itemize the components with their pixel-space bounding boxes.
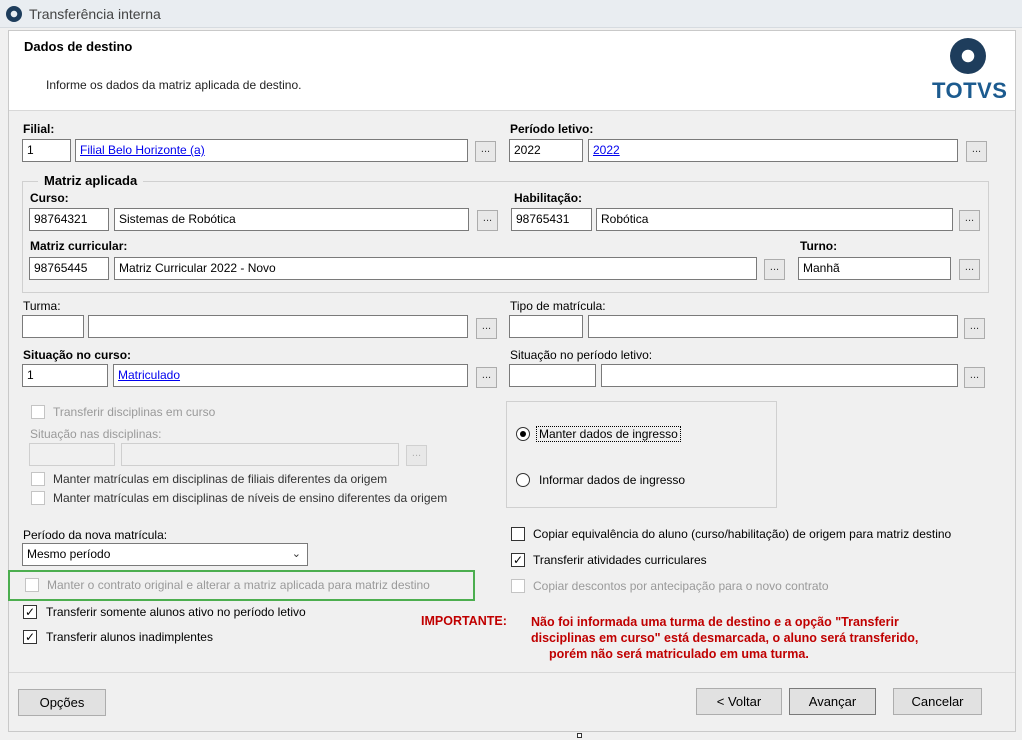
page-subtitle: Informe os dados da matriz aplicada de d…	[46, 78, 302, 92]
curso-code-input[interactable]: 98764321	[29, 208, 109, 231]
manter-contrato-label: Manter o contrato original e alterar a m…	[47, 578, 430, 592]
matriz-curricular-code-input[interactable]: 98765445	[29, 257, 109, 280]
turma-label: Turma:	[23, 299, 61, 313]
matriz-curricular-label: Matriz curricular:	[30, 239, 128, 253]
tipo-matricula-name-input[interactable]	[588, 315, 958, 338]
copiar-equivalencia-checkbox[interactable]	[511, 527, 525, 541]
page-title: Dados de destino	[24, 39, 133, 54]
situacao-periodo-name-input[interactable]	[601, 364, 958, 387]
transferir-atividades-label: Transferir atividades curriculares	[533, 553, 707, 567]
somente-ativos-label: Transferir somente alunos ativo no perío…	[46, 605, 306, 619]
filial-code-input[interactable]: 1	[22, 139, 71, 162]
situacao-curso-label: Situação no curso:	[23, 348, 132, 362]
habilitacao-code-input[interactable]: 98765431	[511, 208, 592, 231]
situacao-curso-name-input[interactable]: Matriculado	[113, 364, 468, 387]
periodo-letivo-lookup-button[interactable]: ...	[966, 141, 987, 162]
curso-label: Curso:	[30, 191, 69, 205]
app-icon	[6, 6, 22, 22]
tipo-matricula-code-input[interactable]	[509, 315, 583, 338]
importante-message: Não foi informada uma turma de destino e…	[527, 614, 985, 662]
footer-divider	[9, 672, 1015, 673]
turma-code-input[interactable]	[22, 315, 84, 338]
window-title: Transferência interna	[29, 6, 161, 22]
matriz-curricular-name-input[interactable]: Matriz Curricular 2022 - Novo	[114, 257, 757, 280]
informar-ingresso-label: Informar dados de ingresso	[539, 473, 686, 487]
importante-label: IMPORTANTE:	[421, 614, 507, 628]
matriz-aplicada-legend: Matriz aplicada	[38, 173, 144, 188]
turno-label: Turno:	[800, 239, 838, 253]
matriz-curricular-lookup-button[interactable]: ...	[764, 259, 785, 280]
periodo-nova-select[interactable]: Mesmo período ⌄	[22, 543, 308, 566]
filial-name-input[interactable]: Filial Belo Horizonte (a)	[75, 139, 468, 162]
turno-input[interactable]: Manhã	[798, 257, 951, 280]
turma-name-input[interactable]	[88, 315, 468, 338]
filial-label: Filial:	[23, 122, 55, 136]
cancelar-button[interactable]: Cancelar	[893, 688, 982, 715]
manter-niveis-checkbox[interactable]	[31, 491, 45, 505]
turno-lookup-button[interactable]: ...	[959, 259, 980, 280]
copiar-descontos-checkbox[interactable]	[511, 579, 525, 593]
turma-lookup-button[interactable]: ...	[476, 318, 497, 339]
manter-ingresso-label: Manter dados de ingresso	[536, 426, 681, 442]
transferir-disciplinas-checkbox[interactable]	[31, 405, 45, 419]
resize-grip-icon[interactable]	[577, 733, 582, 738]
wizard-header	[9, 31, 1015, 111]
periodo-letivo-label: Período letivo:	[510, 122, 594, 136]
inadimplentes-label: Transferir alunos inadimplentes	[46, 630, 213, 644]
periodo-letivo-code-input[interactable]: 2022	[509, 139, 583, 162]
manter-filiais-checkbox[interactable]	[31, 472, 45, 486]
transferir-disciplinas-label: Transferir disciplinas em curso	[53, 405, 216, 419]
avancar-button[interactable]: Avançar	[789, 688, 876, 715]
habilitacao-label: Habilitação:	[514, 191, 583, 205]
tipo-matricula-lookup-button[interactable]: ...	[964, 318, 985, 339]
tipo-matricula-label: Tipo de matrícula:	[510, 299, 606, 313]
situacao-disciplinas-lookup-button: ...	[406, 445, 427, 466]
situacao-curso-code-input[interactable]: 1	[22, 364, 108, 387]
periodo-letivo-name-input[interactable]: 2022	[588, 139, 958, 162]
somente-ativos-checkbox[interactable]: ✓	[23, 605, 37, 619]
manter-niveis-label: Manter matrículas em disciplinas de níve…	[53, 491, 448, 505]
situacao-periodo-code-input[interactable]	[509, 364, 596, 387]
chevron-down-icon: ⌄	[291, 548, 301, 560]
curso-lookup-button[interactable]: ...	[477, 210, 498, 231]
manter-contrato-checkbox[interactable]	[25, 578, 39, 592]
situacao-disciplinas-label: Situação nas disciplinas:	[30, 427, 162, 441]
voltar-button[interactable]: < Voltar	[696, 688, 782, 715]
periodo-nova-label: Período da nova matrícula:	[23, 528, 168, 542]
habilitacao-name-input[interactable]: Robótica	[596, 208, 953, 231]
totvs-logo-icon	[950, 38, 986, 74]
importante-line-3: porém não será matriculado em uma turma.	[549, 647, 809, 661]
periodo-nova-value: Mesmo período	[27, 547, 111, 561]
curso-name-input[interactable]: Sistemas de Robótica	[114, 208, 469, 231]
copiar-descontos-label: Copiar descontos por antecipação para o …	[533, 579, 829, 593]
habilitacao-lookup-button[interactable]: ...	[959, 210, 980, 231]
situacao-periodo-label: Situação no período letivo:	[510, 348, 653, 362]
ingresso-group	[506, 401, 777, 508]
situacao-curso-lookup-button[interactable]: ...	[476, 367, 497, 388]
transferir-atividades-checkbox[interactable]: ✓	[511, 553, 525, 567]
importante-line-2: disciplinas em curso" está desmarcada, o…	[531, 631, 919, 645]
copiar-equivalencia-label: Copiar equivalência do aluno (curso/habi…	[533, 527, 952, 541]
situacao-disciplinas-code-input	[29, 443, 115, 466]
opcoes-button[interactable]: Opções	[18, 689, 106, 716]
inadimplentes-checkbox[interactable]: ✓	[23, 630, 37, 644]
importante-line-1: Não foi informada uma turma de destino e…	[531, 615, 899, 629]
manter-filiais-label: Manter matrículas em disciplinas de fili…	[53, 472, 388, 486]
totvs-logo-text: TOTVS	[932, 78, 1008, 103]
filial-lookup-button[interactable]: ...	[475, 141, 496, 162]
manter-ingresso-radio[interactable]	[516, 427, 530, 441]
situacao-periodo-lookup-button[interactable]: ...	[964, 367, 985, 388]
informar-ingresso-radio[interactable]	[516, 473, 530, 487]
situacao-disciplinas-name-input	[121, 443, 399, 466]
